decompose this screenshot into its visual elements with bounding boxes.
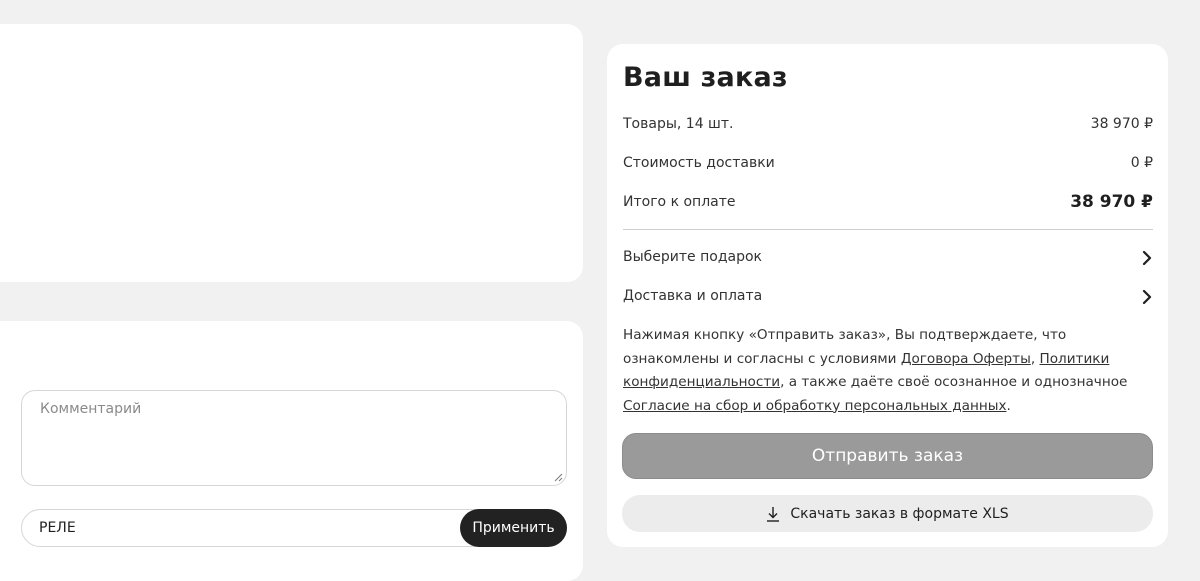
choose-gift-label: Выберите подарок: [623, 249, 762, 265]
resize-grip-icon[interactable]: [554, 473, 563, 482]
summary-row-delivery: Стоимость доставки 0 ₽: [623, 155, 1153, 177]
download-icon: [767, 506, 780, 522]
delivery-cost-value: 0 ₽: [1130, 155, 1153, 171]
order-summary-card: Ваш заказ Товары, 14 шт. 38 970 ₽ Стоимо…: [607, 44, 1168, 547]
download-xls-button[interactable]: Скачать заказ в формате XLS: [622, 495, 1153, 532]
items-value: 38 970 ₽: [1090, 116, 1153, 132]
chevron-right-icon: [1142, 250, 1152, 266]
promo-code-field[interactable]: РЕЛЕ Применить: [21, 509, 567, 547]
legal-notice: Нажимая кнопку «Отправить заказ», Вы под…: [623, 324, 1155, 418]
personal-data-consent-link[interactable]: Согласие на сбор и обработку персональны…: [623, 398, 1007, 414]
total-label: Итого к оплате: [623, 194, 736, 210]
items-label: Товары, 14 шт.: [623, 116, 734, 132]
download-xls-label: Скачать заказ в формате XLS: [790, 505, 1009, 522]
chevron-right-icon: [1142, 289, 1152, 305]
submit-order-button[interactable]: Отправить заказ: [622, 433, 1153, 479]
choose-gift-link[interactable]: Выберите подарок: [623, 249, 1153, 271]
order-summary-title: Ваш заказ: [623, 62, 788, 93]
legal-text-end: .: [1006, 397, 1011, 414]
summary-row-total: Итого к оплате 38 970 ₽: [623, 192, 1153, 216]
comment-textarea[interactable]: Комментарий: [21, 390, 567, 486]
delivery-cost-label: Стоимость доставки: [623, 155, 775, 171]
promo-code-value[interactable]: РЕЛЕ: [39, 520, 76, 536]
offer-agreement-link[interactable]: Договора Оферты: [901, 351, 1031, 367]
comment-placeholder: Комментарий: [40, 401, 142, 417]
apply-promo-button[interactable]: Применить: [460, 509, 567, 547]
summary-divider: [623, 229, 1153, 230]
legal-text-2: , а также даёте своё осознанное и однозн…: [780, 374, 1128, 390]
delivery-payment-link[interactable]: Доставка и оплата: [623, 288, 1153, 310]
summary-row-items: Товары, 14 шт. 38 970 ₽: [623, 116, 1153, 138]
delivery-card: [0, 24, 583, 282]
total-value: 38 970 ₽: [1070, 192, 1153, 212]
delivery-payment-label: Доставка и оплата: [623, 288, 763, 304]
